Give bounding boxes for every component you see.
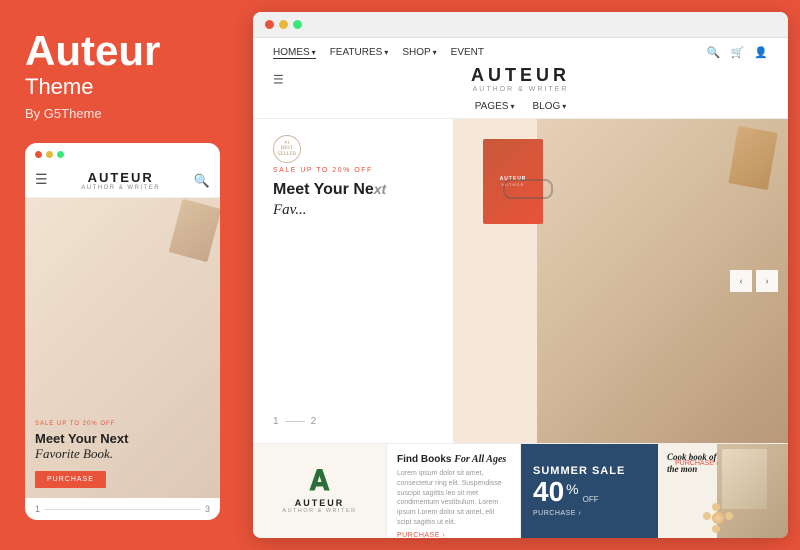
card-find-books: Find Books For All Ages Lorem ipsum dolo…	[387, 444, 521, 538]
flower-petal-top	[712, 503, 720, 511]
card-summer-sale: SUMMER SALE 40 % OFF PURCHASE ›	[521, 444, 659, 538]
mobile-dot-green	[57, 151, 64, 158]
hero-glasses-decoration	[503, 179, 553, 199]
brand-subtitle: Theme	[25, 74, 220, 100]
mobile-pagination: 1 3	[25, 498, 220, 520]
mobile-page-line	[44, 509, 201, 510]
hero-page-line	[285, 421, 305, 422]
hero-title-italic: Fav...	[273, 201, 433, 221]
browser-nav-icons: 🔍 🛒 👤	[707, 46, 768, 59]
summer-sale-link[interactable]: PURCHASE ›	[533, 510, 581, 517]
mobile-header: ☰ AUTEUR AUTHOR & WRITER 🔍	[25, 166, 220, 198]
browser-dot-green	[293, 20, 302, 29]
flower-center	[712, 512, 724, 524]
cookbook-text-area: Cook book of the mon PURCHASE ›	[667, 452, 729, 475]
browser-cards: 𝐀 AUTEUR AUTHOR & WRITER Find Books For …	[253, 443, 788, 538]
mobile-sale-tag: SALE UP TO 20% OFF	[35, 421, 210, 427]
award-circle: #1BESTSELLER	[273, 135, 301, 163]
card-logo-letter: 𝐀	[310, 468, 330, 496]
mobile-logo: AUTEUR AUTHOR & WRITER	[81, 170, 160, 191]
flower-petal-left	[703, 512, 711, 520]
mobile-preview-card: ☰ AUTEUR AUTHOR & WRITER 🔍 SALE UP TO 20…	[25, 143, 220, 520]
hero-pagination: 1 2	[273, 416, 433, 427]
nav-item-shop[interactable]: SHOP ▾	[402, 47, 436, 59]
browser-nav-top: HOMES ▾ FEATURES ▾ SHOP ▾ EVENT 🔍 🛒 👤	[253, 38, 788, 63]
hero-page-total: 2	[311, 416, 317, 427]
hero-sale-text: SALE UP TO 20% OFF	[273, 167, 433, 174]
card-cookbook: Cook book of the mon PURCHASE ›	[659, 444, 788, 538]
mobile-dot-red	[35, 151, 42, 158]
browser-nav-bottom: PAGES ▾ BLOG ▾	[253, 97, 788, 119]
user-icon[interactable]: 👤	[754, 46, 768, 59]
mobile-page-current: 1	[35, 504, 40, 514]
card-find-books-text: Lorem ipsum dolor sit amet, consectetur …	[397, 469, 510, 528]
hero-left-content: #1BESTSELLER SALE UP TO 20% OFF Meet You…	[253, 119, 453, 443]
nav-item-pages[interactable]: PAGES ▾	[475, 101, 515, 112]
summer-sale-percent: 40 % OFF	[533, 478, 599, 506]
cart-icon[interactable]: 🛒	[731, 46, 745, 59]
brand-by: By G5Theme	[25, 106, 220, 121]
browser-hero: #1BESTSELLER SALE UP TO 20% OFF Meet You…	[253, 119, 788, 443]
nav-item-features[interactable]: FEATURES ▾	[330, 47, 389, 59]
hero-nav-arrows: ‹ ›	[730, 270, 778, 292]
card-logo-name: AUTEUR	[295, 498, 345, 508]
right-panel: HOMES ▾ FEATURES ▾ SHOP ▾ EVENT 🔍 🛒 👤 ☰ …	[245, 0, 800, 550]
mobile-search-icon[interactable]: 🔍	[194, 173, 210, 189]
mobile-menu-icon[interactable]: ☰	[35, 172, 48, 189]
card-find-books-title: Find Books For All Ages	[397, 454, 510, 465]
browser-titlebar	[253, 12, 788, 38]
browser-logo-name: AUTEUR	[253, 65, 788, 86]
cookbook-purchase-link[interactable]: PURCHASE ›	[675, 460, 718, 467]
card-logo-subtext: AUTHOR & WRITER	[282, 508, 356, 514]
left-panel: Auteur Theme By G5Theme ☰ AUTEUR AUTHOR …	[0, 0, 245, 550]
mobile-dot-yellow	[46, 151, 53, 158]
browser-logo-area: ☰ AUTEUR AUTHOR & WRITER	[253, 63, 788, 97]
summer-sale-pct-sign: %	[566, 482, 578, 496]
card-auteur-logo: 𝐀 AUTEUR AUTHOR & WRITER	[253, 444, 387, 538]
summer-sale-off: OFF	[583, 495, 599, 504]
summer-sale-number: 40	[533, 478, 564, 506]
hero-arrow-next[interactable]: ›	[756, 270, 778, 292]
brand-title: Auteur	[25, 30, 220, 72]
browser-nav-items: HOMES ▾ FEATURES ▾ SHOP ▾ EVENT	[273, 47, 484, 59]
mobile-hero: SALE UP TO 20% OFF Meet Your Next Favori…	[25, 198, 220, 498]
flower-petal-bottom	[712, 525, 720, 533]
search-icon[interactable]: 🔍	[707, 46, 721, 59]
hero-title-main: Meet Your Next	[273, 180, 433, 199]
nav-item-event[interactable]: EVENT	[451, 47, 484, 59]
mobile-hero-title1: Meet Your Next	[35, 431, 210, 447]
browser-dot-red	[265, 20, 274, 29]
mobile-hero-title2: Favorite Book.	[35, 446, 210, 463]
browser-dot-yellow	[279, 20, 288, 29]
mobile-page-total: 3	[205, 504, 210, 514]
mobile-window-controls	[25, 143, 220, 166]
hero-page-current: 1	[273, 416, 279, 427]
nav-item-homes[interactable]: HOMES ▾	[273, 47, 316, 59]
flower-petal-right	[725, 512, 733, 520]
nav-item-blog[interactable]: BLOG ▾	[532, 101, 566, 112]
browser-logo-sub: AUTHOR & WRITER	[253, 86, 788, 93]
browser-content: HOMES ▾ FEATURES ▾ SHOP ▾ EVENT 🔍 🛒 👤 ☰ …	[253, 38, 788, 538]
flower-decoration	[703, 503, 733, 533]
mobile-purchase-button[interactable]: PURCHASE	[35, 471, 106, 488]
hero-right-image: AUTEUR AUTHOR ‹ ›	[453, 119, 788, 443]
hero-award: #1BESTSELLER	[273, 135, 433, 163]
browser-hamburger-icon[interactable]: ☰	[273, 73, 284, 88]
browser-window: HOMES ▾ FEATURES ▾ SHOP ▾ EVENT 🔍 🛒 👤 ☰ …	[253, 12, 788, 538]
hero-arrow-prev[interactable]: ‹	[730, 270, 752, 292]
card-find-books-link[interactable]: PURCHASE ›	[397, 532, 510, 538]
